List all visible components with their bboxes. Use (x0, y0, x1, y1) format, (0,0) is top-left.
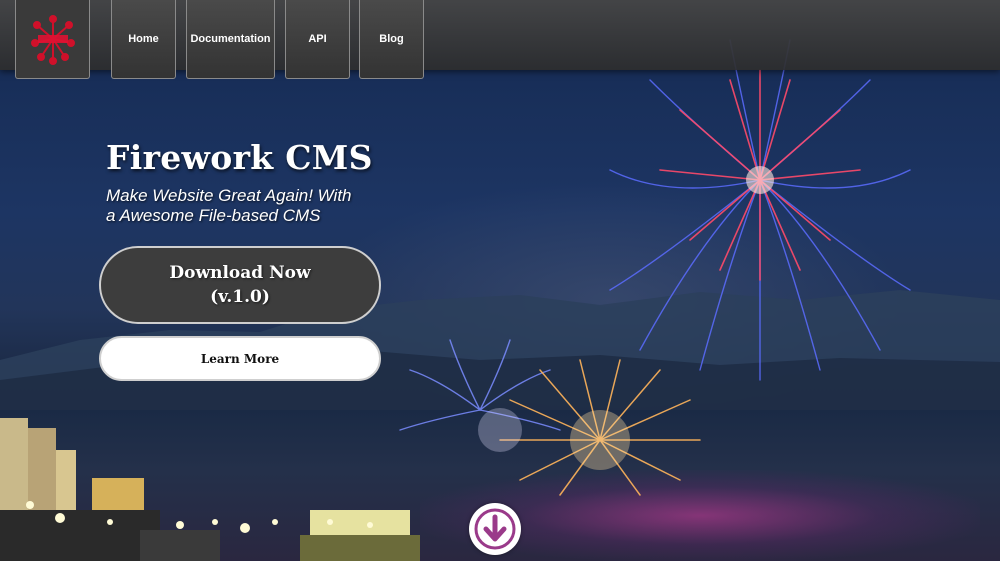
hero-title: Firework CMS (106, 138, 373, 177)
learn-more-button[interactable]: Learn More (99, 336, 381, 381)
download-button[interactable]: Download Now (v.1.0) (99, 246, 381, 324)
nav-blog-button[interactable]: Blog (359, 0, 424, 79)
hero-subtitle: Make Website Great Again! With a Awesome… (106, 186, 396, 226)
hero-subtitle-line2: a Awesome File-based CMS (106, 206, 321, 225)
nav-home-button[interactable]: Home (111, 0, 176, 79)
download-label: Download Now (169, 263, 311, 283)
download-version: (v.1.0) (210, 287, 270, 307)
nav-blog-label: Blog (379, 33, 404, 45)
nav-documentation-button[interactable]: Documentation (186, 0, 275, 79)
nav-api-label: API (308, 33, 327, 45)
firework-logo-icon (30, 15, 75, 65)
logo-button[interactable] (15, 0, 90, 79)
learn-more-label: Learn More (200, 351, 280, 366)
arrow-down-circle-icon (474, 508, 516, 550)
hero-subtitle-line1: Make Website Great Again! With (106, 186, 352, 205)
nav-api-button[interactable]: API (285, 0, 350, 79)
top-navbar: Home Documentation API Blog (0, 0, 1000, 79)
nav-documentation-label: Documentation (190, 33, 271, 45)
scroll-down-button[interactable] (469, 503, 521, 555)
nav-home-label: Home (128, 33, 159, 45)
